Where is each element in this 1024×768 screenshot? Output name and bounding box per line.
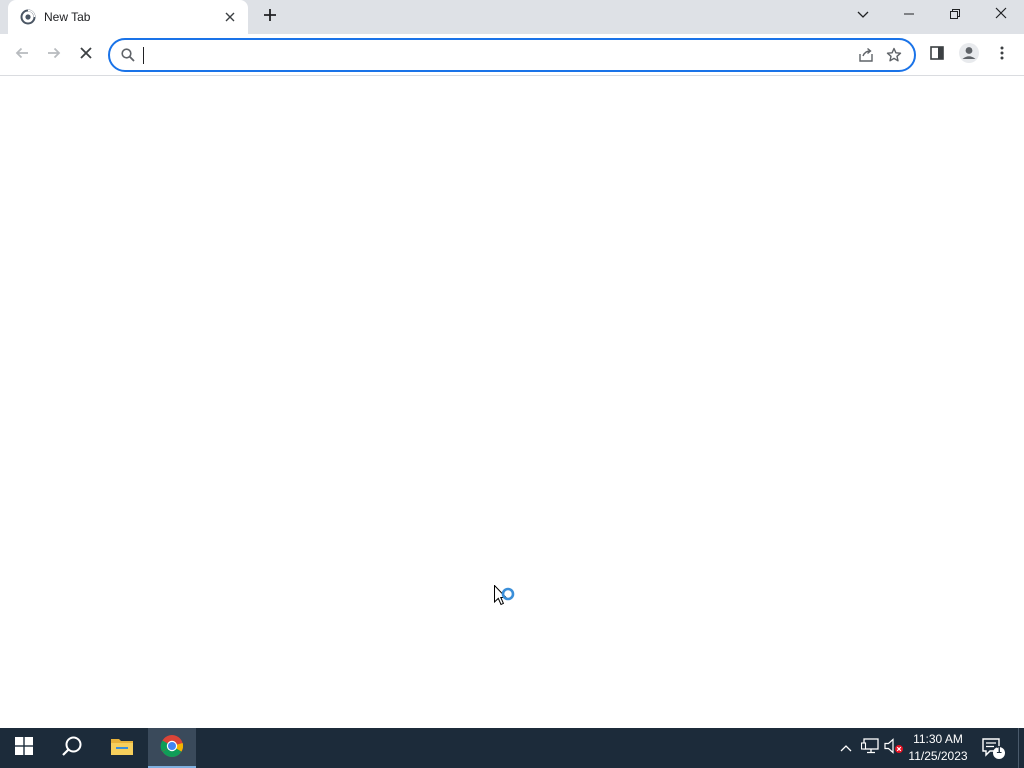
taskbar: 11:30 AM 11/25/2023 1 [0, 728, 1024, 768]
busy-cursor-icon [494, 584, 520, 613]
clock-time: 11:30 AM [913, 732, 963, 746]
system-clock[interactable]: 11:30 AM 11/25/2023 [900, 731, 976, 765]
file-explorer-button[interactable] [98, 728, 146, 768]
clock-date: 11/25/2023 [908, 749, 968, 763]
close-window-button[interactable] [978, 0, 1024, 30]
page-content[interactable] [0, 77, 1024, 728]
share-icon[interactable] [852, 41, 880, 69]
tab-new-tab[interactable]: New Tab [8, 0, 248, 34]
tab-search-button[interactable] [840, 0, 886, 30]
minimize-icon [904, 6, 914, 24]
browser-toolbar [0, 34, 1024, 76]
profile-icon [958, 42, 980, 69]
chrome-icon [160, 734, 184, 763]
plus-icon [263, 8, 277, 27]
search-icon [61, 735, 83, 762]
restore-icon [950, 6, 960, 24]
network-button[interactable] [860, 737, 880, 759]
side-panel-button[interactable] [921, 39, 953, 71]
star-icon[interactable] [880, 41, 908, 69]
address-bar[interactable] [108, 38, 916, 72]
close-icon [79, 46, 93, 65]
taskbar-search-button[interactable] [48, 728, 96, 768]
address-input[interactable] [144, 42, 852, 68]
minimize-button[interactable] [886, 0, 932, 30]
tab-strip: New Tab [0, 0, 1024, 34]
windows-start-icon [15, 736, 33, 760]
forward-button[interactable] [38, 39, 70, 71]
new-tab-button[interactable] [258, 5, 282, 29]
back-button[interactable] [6, 39, 38, 71]
text-caret [143, 47, 144, 64]
chrome-taskbar-button[interactable] [148, 728, 196, 768]
browser-menu-button[interactable] [986, 39, 1018, 71]
notification-count: 1 [996, 745, 1002, 756]
tab-title: New Tab [44, 10, 91, 24]
chevron-down-icon [857, 6, 869, 24]
kebab-menu-icon [1000, 46, 1004, 65]
action-center-button[interactable]: 1 [980, 736, 1006, 760]
close-icon [995, 6, 1007, 24]
show-desktop-button[interactable] [1018, 728, 1024, 768]
show-hidden-icons-button[interactable] [836, 738, 856, 758]
start-button[interactable] [0, 728, 48, 768]
chevron-up-icon [840, 739, 852, 757]
side-panel-icon [929, 45, 945, 66]
arrow-right-icon [46, 45, 62, 66]
tab-close-icon[interactable] [222, 9, 238, 25]
chrome-new-tab-icon [20, 9, 36, 25]
search-icon [120, 47, 136, 63]
restore-button[interactable] [932, 0, 978, 30]
file-explorer-icon [110, 736, 134, 761]
profile-button[interactable] [953, 39, 985, 71]
arrow-left-icon [14, 45, 30, 66]
network-icon [860, 737, 879, 759]
stop-loading-button[interactable] [70, 39, 102, 71]
